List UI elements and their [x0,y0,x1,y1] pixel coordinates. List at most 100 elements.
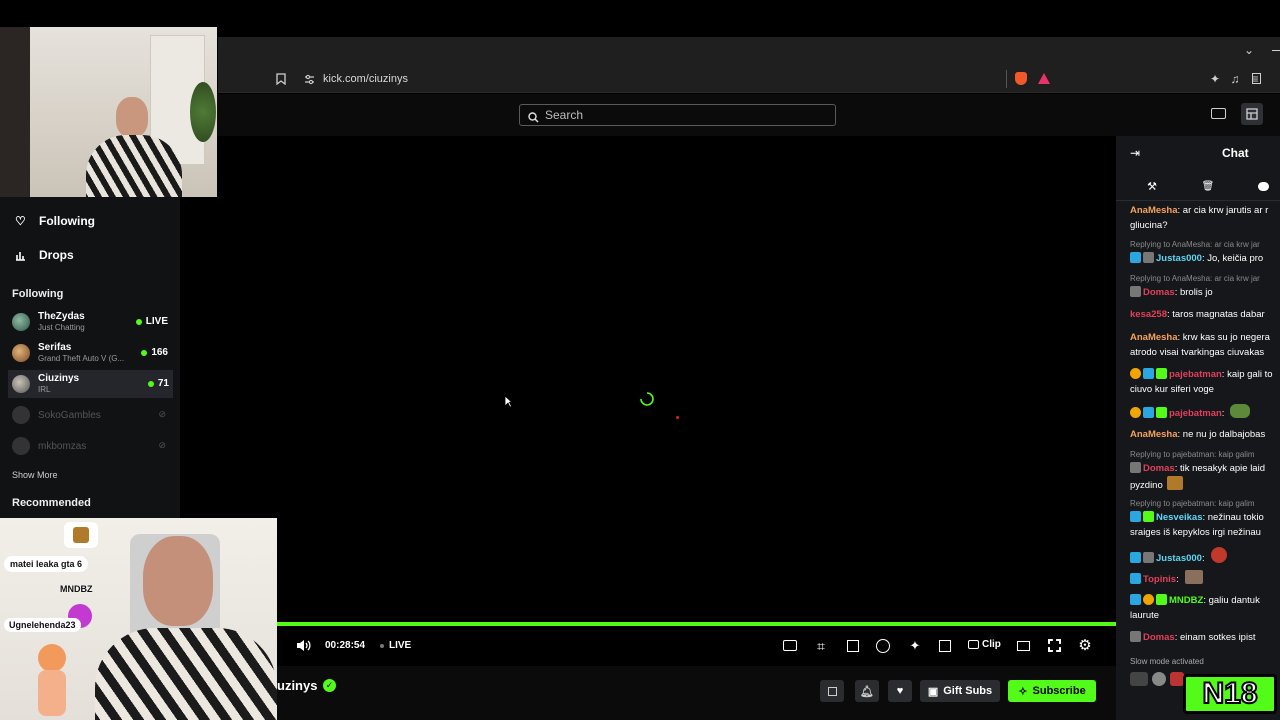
slow-mode-notice: Slow mode activated [1130,657,1204,666]
live-badge: LIVE [135,316,168,327]
notification-bell-button[interactable]: 🔔︎ [855,680,879,702]
live-dot [141,349,148,356]
plant [190,82,216,142]
overlay-chat-bubble: matei leaka gta 6 [4,556,89,572]
chat-message: AnaMesha: ar cia krw jarutis ar r gliuci… [1130,205,1269,231]
channel-item-ciuzinys[interactable]: Ciuzinys IRL 71 [8,370,173,398]
avatar [12,437,30,455]
heart-icon: ♥ [896,685,904,697]
tab-list-chevron-icon[interactable]: ⌄ [1242,43,1256,57]
emote-icon [1230,404,1251,418]
channel-title: uzinys [277,678,318,693]
nav-label: Following [39,214,95,228]
channel-category: IRL [38,385,51,394]
emote-icon [1152,672,1166,686]
settings-gear-icon[interactable]: ⚙ [1077,637,1093,654]
site-settings-icon[interactable] [302,72,316,86]
pip-icon[interactable] [939,640,951,652]
viewer-count: LIVE [145,316,168,327]
report-button[interactable] [820,680,844,702]
chat-panel: ⇥ Chat ⚒ 🗑︎ AnaMesha: ar cia krw jarutis… [1116,136,1280,720]
chat-message: pajebatman: kaip gali to ciuvo kur sifer… [1130,368,1273,395]
webcam-overlay-top [0,27,217,197]
live-label[interactable]: LIVE [389,640,411,651]
person-head [143,536,213,626]
avatar [12,406,30,424]
media-icon[interactable]: ♫ [1228,71,1242,87]
subscribe-button[interactable]: ✧ Subscribe [1008,680,1096,702]
sidebar-nav-following[interactable]: ♡ Following [15,210,165,232]
channel-category: Just Chatting [38,323,85,332]
sparkle-icon[interactable]: ✦ [907,638,923,654]
viewer-count: 166 [151,347,168,358]
url-text: kick.com/ciuzinys [323,73,408,85]
gift-subs-button[interactable]: ▣ Gift Subs [920,680,1000,702]
search-input[interactable]: Search [519,104,836,126]
fullscreen-icon[interactable] [1048,639,1061,652]
chat-message: Domas: brolis jo [1130,285,1280,300]
emote-icon [1184,570,1203,584]
crop-icon[interactable]: ⌗ [813,638,829,654]
chat-divider [1116,200,1280,201]
brave-rewards-icon[interactable] [1038,73,1050,84]
overlay-chat-name: MNDBZ [60,584,93,594]
video-player[interactable] [277,136,1116,623]
subscribe-label: Subscribe [1032,685,1086,697]
mouse-cursor-icon [504,395,513,408]
extensions-icon[interactable]: ✦ [1208,71,1222,87]
verified-icon: ✓ [323,679,336,692]
chat-bubble-icon[interactable] [1258,182,1269,191]
person-head [116,97,148,137]
avatar [12,313,30,331]
emote-icon [73,527,89,543]
red-dot [676,416,679,419]
mod-hammer-icon[interactable]: ⚒ [1146,180,1158,193]
clip-label: Clip [982,639,1001,650]
bookmark-icon[interactable] [274,71,288,87]
report-icon [827,686,837,696]
live-dot [135,318,142,325]
show-more-link[interactable]: Show More [12,470,58,480]
trash-icon[interactable]: 🗑︎ [1202,180,1215,192]
clip-button[interactable]: Clip [968,639,1001,650]
channel-item-serifas[interactable]: Serifas Grand Theft Auto V (G... 166 [12,339,172,367]
speed-icon[interactable] [876,639,890,653]
avatar [12,344,30,362]
chat-message: Topinis: [1130,570,1280,587]
search-icon [528,109,539,129]
brave-shield-icon[interactable] [1015,72,1027,85]
overlay-avatar-orange [38,644,66,672]
chat-message: AnaMesha: krw kas su jo negera atrodo vi… [1130,332,1270,358]
chat-message: AnaMesha: ne nu jo dalbajobas [1130,429,1266,440]
chat-message: Nesveikas: nežinau tokio sraiges iš kepy… [1130,511,1264,538]
heart-icon: ♡ [15,214,26,228]
theater-mode-icon[interactable] [1211,108,1226,119]
channel-item-mkbomzas[interactable]: mkbomzas ⊘ [12,432,172,460]
channel-name: Ciuzinys [38,373,80,384]
gift-icon: ▣ [927,685,939,698]
channel-item-thezydas[interactable]: TheZydas Just Chatting LIVE [12,308,172,336]
following-section-title: Following [12,288,64,300]
sidebar-nav-drops[interactable]: Drops [15,244,165,266]
offline-icon: ⊘ [158,440,166,450]
sidebar-toggle-icon[interactable] [1252,73,1261,84]
person-body [95,628,277,720]
collapse-chat-icon[interactable]: ⇥ [1128,146,1142,160]
url-field[interactable]: kick.com/ciuzinys [296,68,1006,90]
layout-toggle-button[interactable] [1241,103,1263,125]
recommended-section-title: Recommended [12,497,91,509]
volume-icon[interactable] [296,639,311,657]
stats-icon[interactable] [847,640,859,652]
channel-item-sokogambles[interactable]: SokoGambles ⊘ [12,401,172,429]
wall-shadow [0,27,30,197]
channel-name: TheZydas [38,311,85,322]
theater-icon[interactable] [1017,641,1030,651]
minimize-icon[interactable] [1272,50,1280,51]
channel-name: mkbomzas [38,441,87,452]
overlay-chat-name-2: Ugnelehenda23 [4,618,81,632]
camera-icon[interactable] [783,640,797,651]
offline-icon: ⊘ [158,409,166,419]
follow-heart-button[interactable]: ♥ [888,680,912,702]
browser-tab-bar: ⌄ [218,37,1280,65]
clip-icon [968,640,979,649]
